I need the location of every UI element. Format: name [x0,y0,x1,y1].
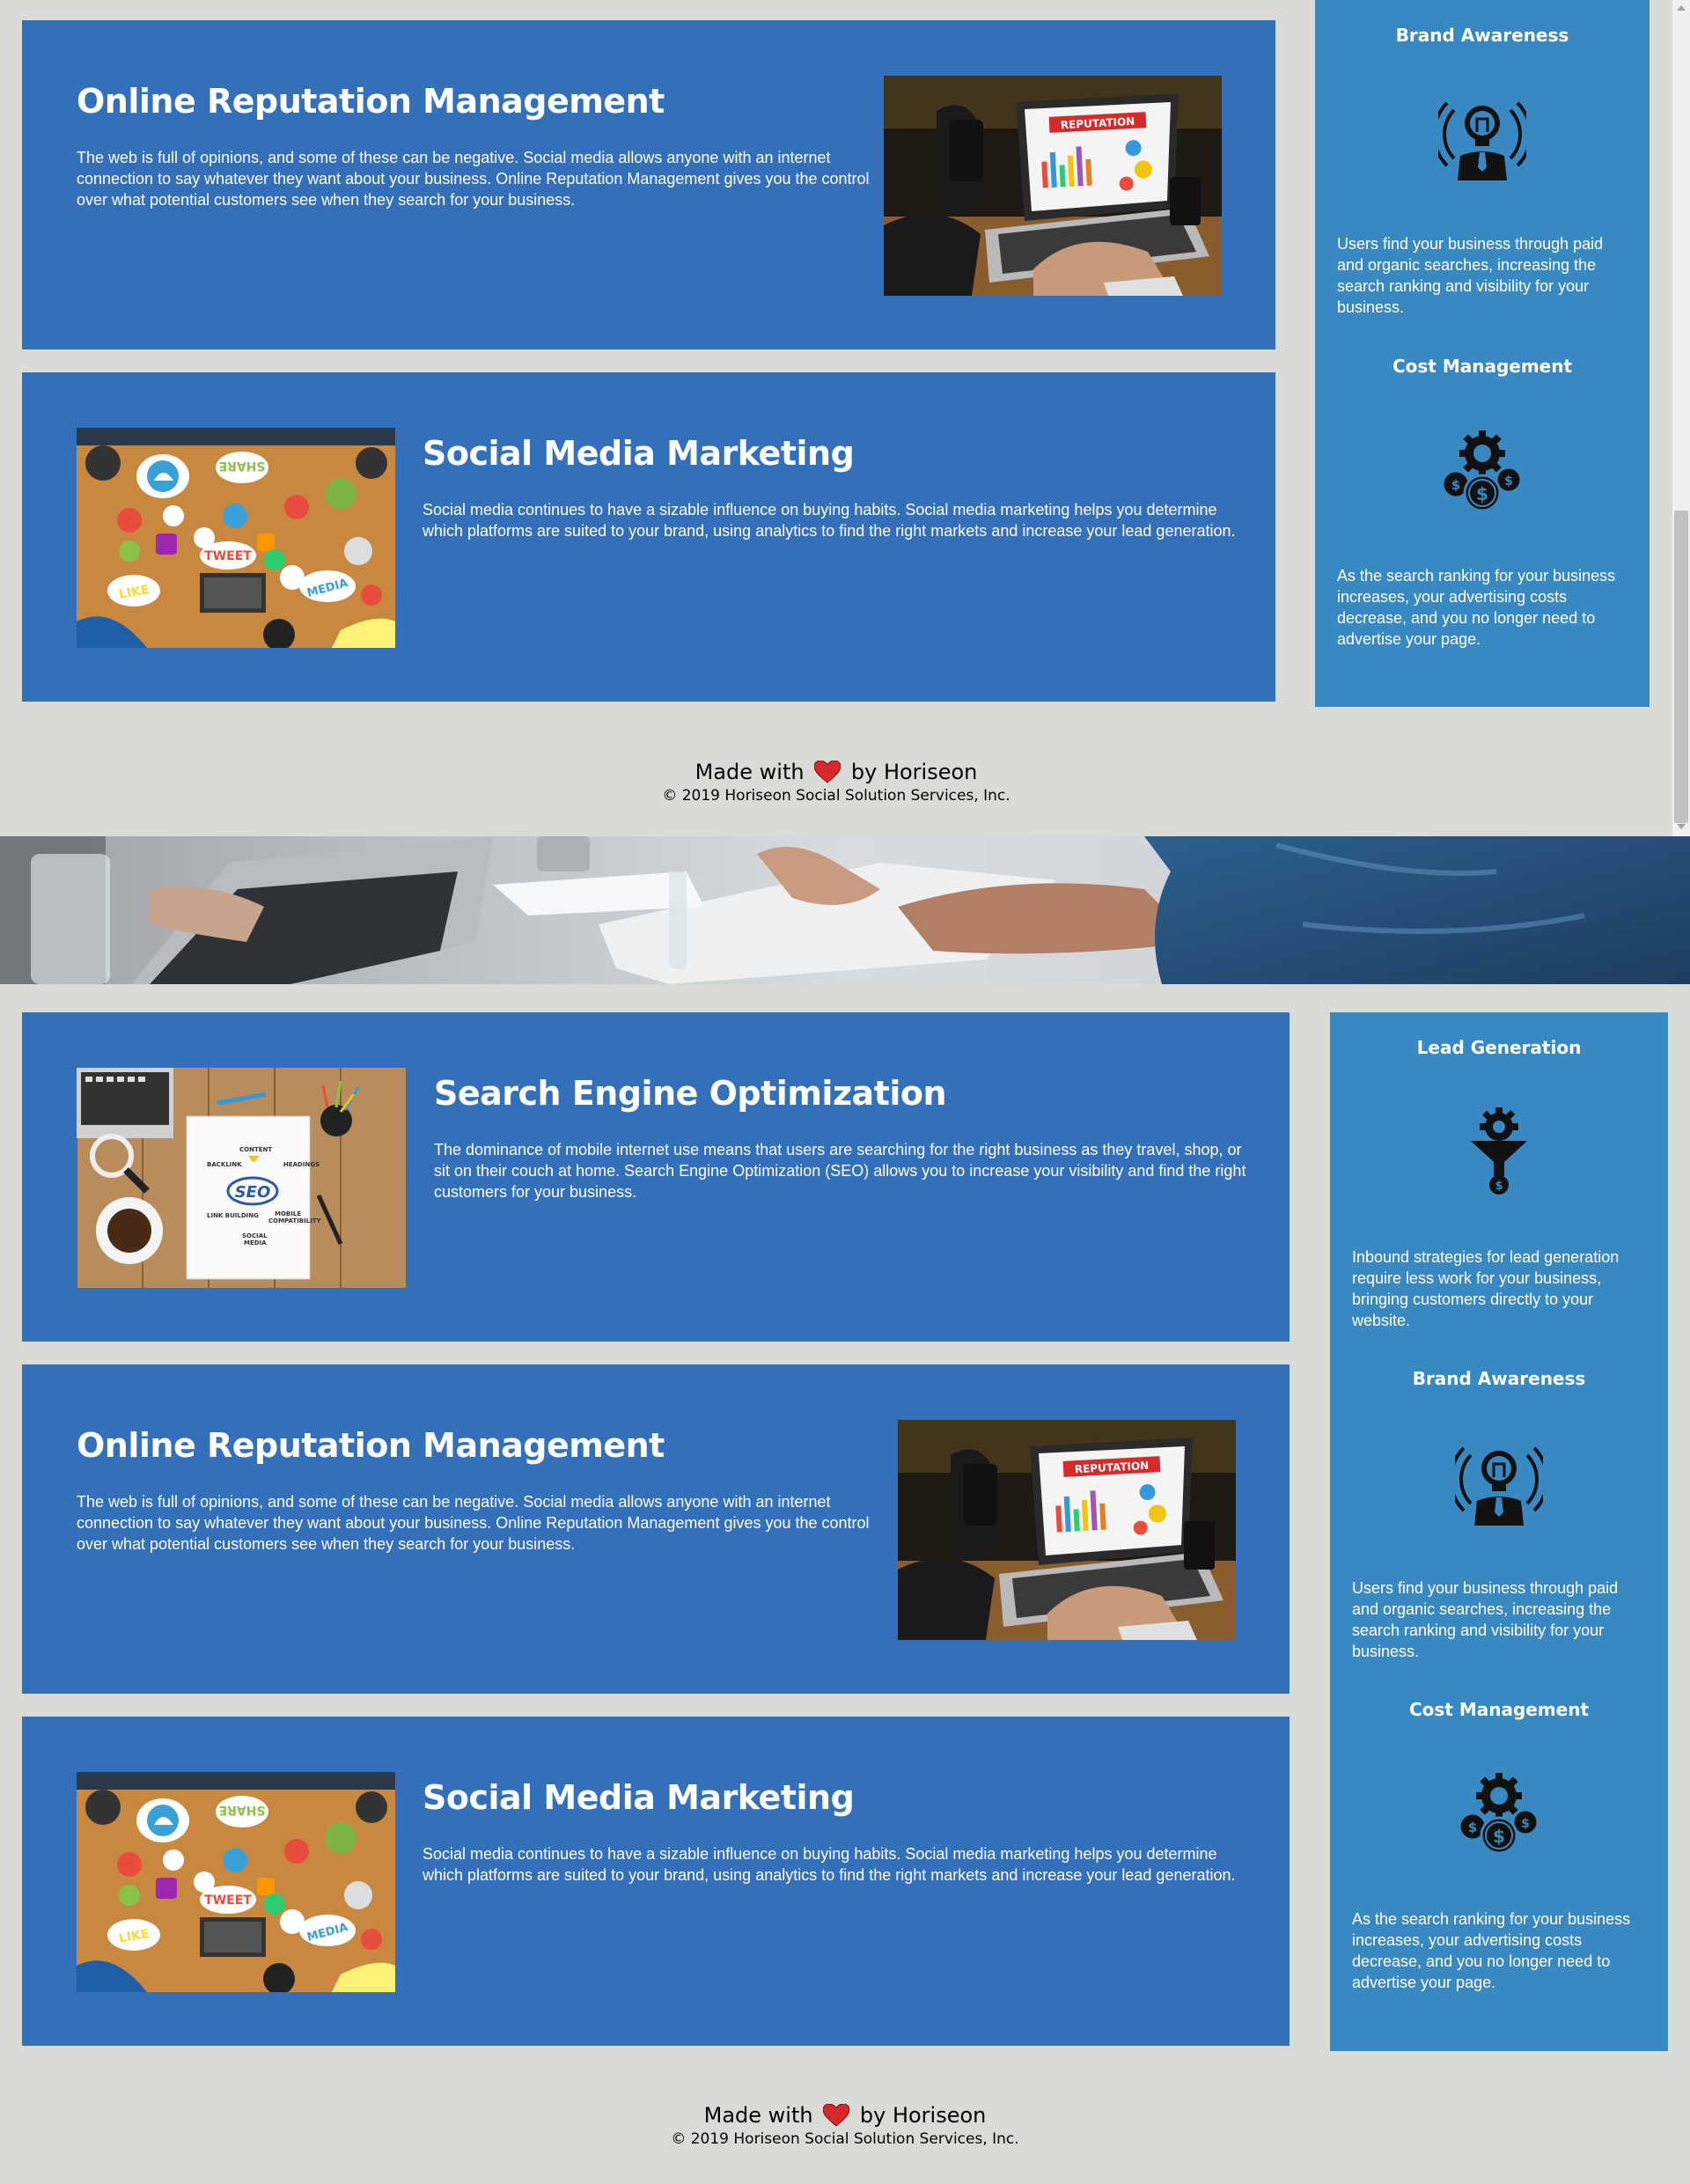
scrollbar[interactable] [1672,0,1690,836]
lead-generation-title: Lead Generation [1416,1037,1582,1058]
lead-generation-body: Inbound strategies for lead generation r… [1352,1248,1620,1329]
footer-copyright-2: © 2019 Horiseon Social Solution Services… [671,2130,1019,2148]
cost-management-body-2: As the search ranking for your business … [1352,1910,1631,1991]
social-media-card: Social Media Marketing Social media cont… [22,372,1275,702]
brand-awareness-title-2: Brand Awareness [1412,1368,1586,1389]
lead-generation-icon [1455,1107,1543,1195]
reputation-title-2: Online Reputation Management [77,1426,665,1465]
footer-made-prefix-2: Made with [703,2103,813,2128]
brand-awareness-icon [1438,92,1526,180]
social-media-image [77,428,395,648]
reputation-image-2 [898,1420,1236,1640]
footer-made-prefix: Made with [694,760,805,784]
footer-2: Made with by Horiseon © 2019 Horiseon So… [0,2102,1690,2150]
social-media-body-2: Social media continues to have a sizable… [422,1845,1236,1884]
seo-body: The dominance of mobile internet use mea… [434,1141,1246,1201]
reputation-image [884,76,1222,296]
hero-image [0,836,1690,984]
social-media-card-2: Social Media Marketing Social media cont… [22,1717,1290,2046]
cost-management-title-2: Cost Management [1408,1699,1590,1720]
brand-awareness-icon-2 [1455,1438,1543,1526]
brand-awareness-title: Brand Awareness [1395,25,1569,46]
heart-icon [814,761,841,783]
brand-awareness-body-2: Users find your business through paid an… [1352,1579,1619,1660]
seo-title: Search Engine Optimization [434,1074,947,1113]
seo-card: Search Engine Optimization The dominance… [22,1012,1290,1342]
scrollbar-thumb[interactable] [1674,511,1688,823]
social-media-image-2 [77,1772,395,1992]
footer-made-with: Made with by Horiseon [0,759,1672,785]
social-media-body: Social media continues to have a sizable… [422,501,1236,540]
reputation-card: Online Reputation Management The web is … [22,20,1275,349]
reputation-body: The web is full of opinions, and some of… [77,149,870,209]
scroll-down-arrow-icon[interactable] [1677,824,1686,829]
footer-copyright: © 2019 Horiseon Social Solution Services… [662,787,1010,805]
seo-image [77,1068,406,1288]
reputation-title: Online Reputation Management [77,82,665,121]
footer-made-with-2: Made with by Horiseon [0,2102,1690,2129]
benefits-aside: Brand Awareness Users find your business… [1315,0,1650,707]
footer-made-suffix-2: by Horiseon [859,2103,987,2128]
cost-management-icon-2 [1455,1769,1543,1857]
cost-management-icon [1438,427,1526,515]
cost-management-title: Cost Management [1392,356,1573,377]
heart-icon [823,2104,849,2127]
footer: Made with by Horiseon © 2019 Horiseon So… [0,759,1672,806]
benefits-aside-2: Lead Generation Inbound strategies for l… [1330,1012,1668,2051]
reputation-card-2: Online Reputation Management The web is … [22,1364,1290,1694]
social-media-title-2: Social Media Marketing [422,1778,855,1817]
reputation-body-2: The web is full of opinions, and some of… [77,1493,870,1553]
cost-management-body: As the search ranking for your business … [1337,567,1616,648]
brand-awareness-body: Users find your business through paid an… [1337,235,1604,316]
footer-made-suffix: by Horiseon [850,760,978,784]
social-media-title: Social Media Marketing [422,434,855,473]
scroll-up-arrow-icon[interactable] [1677,5,1686,11]
